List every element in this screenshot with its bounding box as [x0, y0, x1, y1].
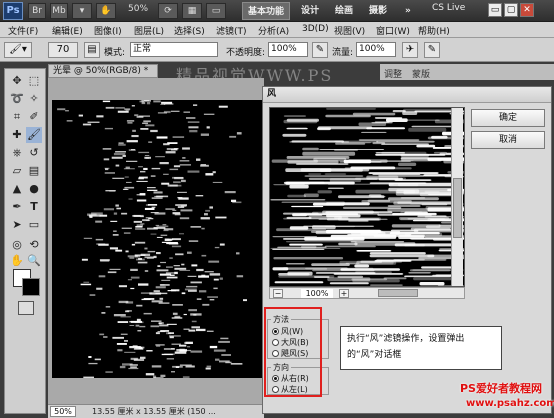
crop-tool-icon[interactable]: ⌗	[9, 109, 25, 125]
zoom-level-dropdown[interactable]: 50%	[128, 4, 148, 14]
document-size-info: 13.55 厘米 x 13.55 厘米 (150 ...	[92, 407, 216, 416]
menu-analysis[interactable]: 分析(A)	[258, 24, 289, 37]
lasso-tool-icon[interactable]: ➰	[9, 91, 25, 107]
brush-tool-icon[interactable]: 🖌	[26, 127, 42, 143]
hand-tool-icon-2[interactable]: ✋	[9, 253, 25, 269]
menu-image[interactable]: 图像(I)	[94, 24, 122, 37]
clone-stamp-tool-icon[interactable]: ⎈	[9, 145, 25, 161]
workspace-photography[interactable]: 摄影	[364, 2, 392, 20]
tab-masks[interactable]: 蒙版	[412, 67, 430, 80]
minimize-icon[interactable]: ▭	[488, 3, 502, 17]
dodge-tool-icon[interactable]: ●	[26, 181, 42, 197]
blur-tool-icon[interactable]: ▲	[9, 181, 25, 197]
shape-tool-icon[interactable]: ▭	[26, 217, 42, 233]
path-selection-tool-icon[interactable]: ➤	[9, 217, 25, 233]
mini-bridge-button[interactable]: Mb	[50, 3, 68, 19]
pressure-opacity-icon[interactable]: ✎	[312, 42, 328, 58]
maximize-icon[interactable]: ▢	[504, 3, 518, 17]
brush-panel-icon[interactable]: ▤	[84, 42, 100, 58]
menu-edit[interactable]: 编辑(E)	[52, 24, 83, 37]
preview-horizontal-thumb[interactable]	[378, 289, 418, 297]
menu-bar: 文件(F) 编辑(E) 图像(I) 图层(L) 选择(S) 滤镜(T) 分析(A…	[0, 22, 554, 38]
preview-horizontal-scrollbar[interactable]	[269, 287, 465, 299]
ok-button[interactable]: 确定	[471, 109, 545, 127]
application-bar: Ps Br Mb ▾ ✋ 50% ⟳ ▦ ▭ 基本功能 设计 绘画 摄影 » C…	[0, 0, 554, 22]
mode-label: 模式:	[104, 48, 126, 58]
quick-mask-icon[interactable]	[18, 301, 34, 315]
workspace-design[interactable]: 设计	[296, 2, 324, 20]
zoom-in-button[interactable]: +	[339, 289, 349, 298]
3d-rotate-tool-icon[interactable]: ◎	[9, 237, 25, 253]
arrange-documents-icon[interactable]: ▦	[182, 3, 202, 19]
gradient-tool-icon[interactable]: ▤	[26, 163, 42, 179]
close-icon[interactable]: ✕	[520, 3, 534, 17]
cs-live-button[interactable]: CS Live	[432, 3, 465, 13]
marquee-tool-icon[interactable]: ⬚	[26, 73, 42, 89]
screen-mode-icon[interactable]: ▭	[206, 3, 226, 19]
status-bar: 50% 13.55 厘米 x 13.55 厘米 (150 ...	[48, 404, 264, 418]
site-logo-text: PS爱好者教程网	[460, 382, 542, 395]
brush-size-picker[interactable]: 70	[48, 42, 78, 58]
3d-orbit-tool-icon[interactable]: ⟲	[26, 237, 42, 253]
menu-select[interactable]: 选择(S)	[174, 24, 205, 37]
zoom-tool-icon[interactable]: 🔍	[26, 253, 42, 269]
annotation-callout: 执行“风”滤镜操作，设置弹出的“风”对话框	[340, 326, 502, 370]
more-workspaces-button[interactable]: »	[400, 2, 416, 20]
menu-3d[interactable]: 3D(D)	[302, 24, 329, 34]
site-url-text: www.psahz.com	[466, 398, 554, 409]
opacity-label: 不透明度:	[226, 48, 266, 58]
zoom-out-button[interactable]: −	[273, 289, 283, 298]
options-bar: 🖌▾ 70 ▤ 模式: 正常 不透明度: 100% ✎ 流量: 100% ✈ ✎	[0, 38, 554, 62]
document-canvas[interactable]	[52, 100, 264, 378]
extras-menu-button[interactable]: ▾	[72, 3, 92, 19]
flow-input[interactable]: 100%	[356, 42, 396, 57]
preview-image	[270, 108, 464, 286]
eraser-tool-icon[interactable]: ▱	[9, 163, 25, 179]
menu-view[interactable]: 视图(V)	[334, 24, 365, 37]
menu-layer[interactable]: 图层(L)	[134, 24, 164, 37]
preview-zoom-value: 100%	[301, 289, 333, 298]
tab-adjustments[interactable]: 调整	[384, 67, 402, 80]
panel-tab-bar: 调整 蒙版	[380, 64, 554, 80]
brush-size-value: 70	[56, 44, 70, 55]
opacity-input[interactable]: 100%	[268, 42, 308, 57]
document-tab[interactable]: 光晕 @ 50%(RGB/8) *	[48, 64, 158, 78]
pressure-size-icon[interactable]: ✎	[424, 42, 440, 58]
move-tool-icon[interactable]: ✥	[9, 73, 25, 89]
type-tool-icon[interactable]: T	[26, 199, 42, 215]
menu-file[interactable]: 文件(F)	[8, 24, 38, 37]
workspace-essentials[interactable]: 基本功能	[242, 2, 291, 20]
airbrush-icon[interactable]: ✈	[402, 42, 418, 58]
tools-panel: ✥ ⬚ ➰ ✧ ⌗ ✐ ✚ 🖌 ⎈ ↺ ▱ ▤ ▲ ● ✒ T ➤ ▭ ◎ ⟲ …	[4, 68, 46, 414]
healing-brush-tool-icon[interactable]: ✚	[9, 127, 25, 143]
menu-window[interactable]: 窗口(W)	[376, 24, 410, 37]
quick-selection-tool-icon[interactable]: ✧	[26, 91, 42, 107]
brush-tool-preset-icon[interactable]: 🖌▾	[4, 42, 32, 58]
preview-vertical-scrollbar[interactable]	[451, 108, 463, 286]
highlight-box	[264, 307, 322, 397]
wind-streaks-image	[57, 100, 247, 378]
preview-vertical-thumb[interactable]	[453, 178, 462, 238]
flow-label: 流量:	[332, 48, 354, 58]
workspace-painting[interactable]: 绘画	[330, 2, 358, 20]
blend-mode-select[interactable]: 正常	[130, 42, 218, 57]
cancel-button[interactable]: 取消	[471, 131, 545, 149]
history-brush-tool-icon[interactable]: ↺	[26, 145, 42, 161]
menu-filter[interactable]: 滤镜(T)	[216, 24, 247, 37]
bridge-button[interactable]: Br	[28, 3, 46, 19]
pen-tool-icon[interactable]: ✒	[9, 199, 25, 215]
dialog-title[interactable]: 风	[263, 87, 551, 103]
eyedropper-tool-icon[interactable]: ✐	[26, 109, 42, 125]
status-zoom-field[interactable]: 50%	[50, 406, 76, 417]
photoshop-logo: Ps	[3, 2, 23, 20]
menu-help[interactable]: 帮助(H)	[418, 24, 450, 37]
hand-tool-icon[interactable]: ✋	[96, 3, 116, 19]
background-color-swatch[interactable]	[22, 278, 40, 296]
rotate-view-icon[interactable]: ⟳	[158, 3, 178, 19]
filter-preview[interactable]	[269, 107, 465, 287]
